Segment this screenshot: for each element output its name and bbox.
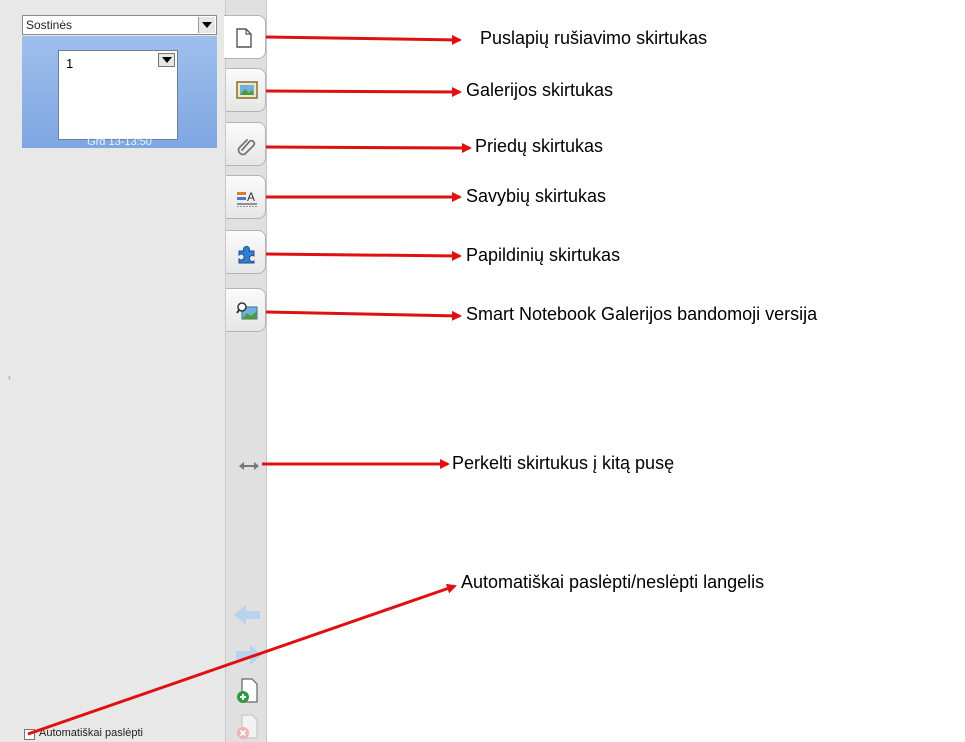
annotation-properties: Savybių skirtukas: [466, 186, 607, 206]
annotation-move-tabs: Perkelti skirtukus į kitą pusę: [452, 453, 675, 473]
arrow-autohide: [27, 583, 457, 736]
annotation-gallery: Galerijos skirtukas: [466, 80, 614, 100]
annotation-autohide: Automatiškai paslėpti/neslėpti langelis: [461, 572, 765, 592]
arrow-attachments: [265, 142, 472, 153]
arrow-addons: [265, 250, 462, 261]
arrow-page-sorter: [265, 34, 462, 45]
annotation-arrows: [27, 34, 472, 736]
annotation-addons: Papildinių skirtukas: [466, 245, 621, 265]
annotation-gallery-trial: Smart Notebook Galerijos bandomoji versi…: [466, 304, 818, 324]
annotation-page-sorter: Puslapių rušiavimo skirtukas: [480, 28, 708, 48]
annotation-attachments: Priedų skirtukas: [475, 136, 604, 156]
arrow-gallery-trial: [265, 310, 462, 321]
arrow-gallery: [265, 86, 462, 97]
